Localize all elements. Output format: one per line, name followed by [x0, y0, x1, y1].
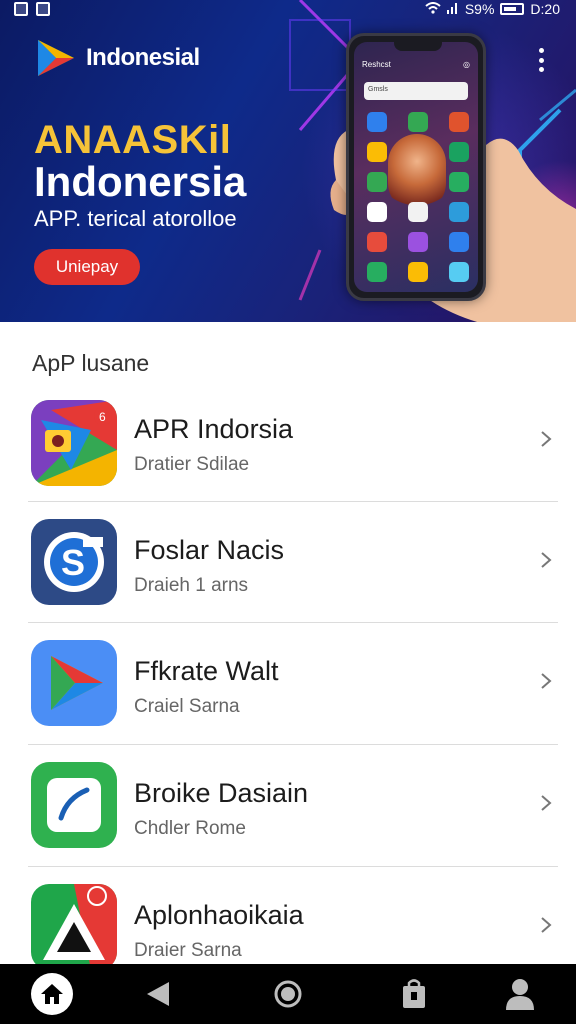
chevron-right-icon [541, 673, 552, 689]
nav-home-button[interactable] [22, 964, 82, 1024]
brand[interactable]: Indonesial [34, 36, 200, 80]
brand-logo-icon [38, 40, 74, 76]
app-list-item[interactable]: 6 APR Indorsia Dratier Sdilae [0, 380, 576, 501]
hero-subtitle: APP. terical atorolloe [34, 206, 237, 231]
status-time: D:20 [530, 1, 560, 17]
app-icon-triangle-green-red [31, 884, 117, 970]
hero-banner[interactable]: S9% D:20 Indonesial ANAASKil Indonersia … [0, 0, 576, 322]
more-options-icon[interactable] [536, 48, 546, 72]
notification-icon [36, 2, 50, 16]
app-icon-triangle-multicolor: 6 [31, 400, 117, 486]
app-subtitle: Dratier Sdilae [134, 454, 250, 475]
phone-top-label: Reshcst [362, 60, 391, 69]
nav-circle-button[interactable] [258, 964, 318, 1024]
notification-icon [14, 2, 28, 16]
app-list-item[interactable]: S Foslar Nacis Draieh 1 arns [0, 501, 576, 622]
circle-home-icon [274, 980, 302, 1008]
wifi-icon [425, 1, 441, 17]
bag-icon [403, 979, 425, 1008]
nav-bag-button[interactable] [384, 964, 444, 1024]
phone-search-bar: Gmsls [364, 82, 468, 100]
signal-icon [446, 1, 459, 17]
chevron-right-icon [541, 431, 552, 447]
hero-title-line2: Indonersia [34, 158, 247, 205]
brand-name: Indonesial [86, 44, 200, 71]
app-name: Broike Dasiain [134, 778, 309, 808]
app-name: Ffkrate Walt [134, 656, 279, 686]
app-list-item[interactable]: Ffkrate Walt Craiel Sarna [0, 622, 576, 743]
app-subtitle: Draier Sarna [134, 940, 242, 961]
back-icon [147, 982, 169, 1006]
app-subtitle: Craiel Sarna [134, 696, 240, 717]
phone-app-grid [367, 112, 469, 282]
chevron-right-icon [541, 917, 552, 933]
svg-text:6: 6 [99, 410, 106, 424]
app-subtitle: Chdler Rome [134, 818, 246, 839]
chevron-right-icon [541, 552, 552, 568]
nav-back-button[interactable] [128, 964, 188, 1024]
app-list-item[interactable]: Broike Dasiain Chdler Rome [0, 744, 576, 865]
app-icon-green-pen [31, 762, 117, 848]
hero-cta-button[interactable]: Uniepay [34, 249, 140, 285]
app-name: Aplonhaoikaia [134, 900, 304, 930]
chevron-right-icon [541, 795, 552, 811]
nav-profile-button[interactable] [490, 964, 550, 1024]
bottom-navigation [0, 964, 576, 1024]
app-name: Foslar Nacis [134, 535, 285, 565]
profile-icon [506, 979, 534, 1010]
status-bar: S9% D:20 [0, 0, 576, 20]
app-name: APR Indorsia [134, 414, 294, 444]
section-title: ApP lusane [32, 350, 150, 376]
app-icon-play [31, 640, 117, 726]
phone-mockup: Reshcst ◎ Gmsls [346, 33, 486, 301]
battery-icon [500, 3, 525, 15]
app-icon-s-blue: S [31, 519, 117, 605]
hero-title-line1: ANAASKil [34, 118, 232, 162]
home-icon [41, 984, 63, 1004]
battery-percent: S9% [464, 1, 495, 17]
phone-search-icon: ◎ [463, 60, 470, 69]
app-subtitle: Draieh 1 arns [134, 575, 249, 596]
svg-text:S: S [61, 542, 85, 583]
